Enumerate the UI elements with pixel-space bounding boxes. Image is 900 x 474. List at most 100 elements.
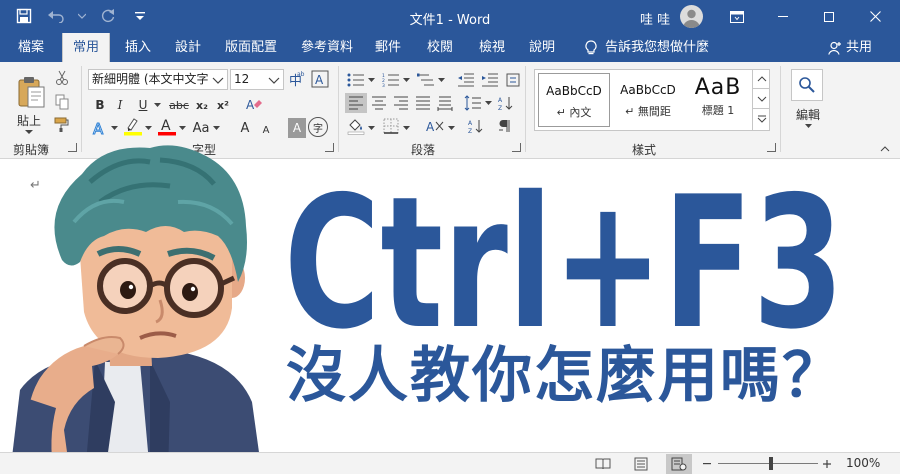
- minimize-icon[interactable]: [760, 0, 806, 33]
- bullets-dropdown-icon[interactable]: [367, 70, 375, 90]
- strikethrough-button[interactable]: abc: [166, 95, 192, 115]
- find-icon[interactable]: [791, 69, 823, 101]
- sort-icon[interactable]: AZ: [496, 93, 516, 113]
- tab-home[interactable]: 常用: [62, 33, 110, 62]
- sort-az-icon[interactable]: AZ: [466, 116, 486, 136]
- align-right-icon[interactable]: [390, 93, 412, 113]
- tab-view[interactable]: 檢視: [470, 33, 514, 62]
- collapse-ribbon-icon[interactable]: [877, 143, 893, 155]
- tab-help[interactable]: 說明: [520, 33, 564, 62]
- underline-button[interactable]: U: [134, 95, 152, 115]
- character-shading-button[interactable]: A: [288, 118, 306, 138]
- multilevel-dropdown-icon[interactable]: [437, 70, 445, 90]
- cut-icon[interactable]: [52, 68, 72, 88]
- user-avatar-icon[interactable]: [680, 5, 703, 28]
- tab-references[interactable]: 參考資料: [294, 33, 360, 62]
- font-launcher-icon[interactable]: [325, 143, 334, 152]
- shading-icon[interactable]: [345, 116, 367, 136]
- highlight-dropdown-icon[interactable]: [144, 118, 152, 138]
- font-color-dropdown-icon[interactable]: [178, 118, 186, 138]
- chinese-layout-icon[interactable]: [503, 70, 523, 90]
- styles-more-icon[interactable]: [753, 109, 770, 129]
- borders-icon[interactable]: [380, 116, 402, 136]
- paragraph-launcher-icon[interactable]: [512, 143, 521, 152]
- close-icon[interactable]: [852, 0, 898, 33]
- decrease-indent-icon[interactable]: [455, 70, 477, 90]
- italic-button[interactable]: I: [111, 95, 129, 115]
- share-button[interactable]: 共用: [828, 33, 872, 62]
- svg-text:Z: Z: [468, 128, 472, 134]
- align-center-icon[interactable]: [368, 93, 390, 113]
- tab-design[interactable]: 設計: [166, 33, 210, 62]
- svg-text:A: A: [498, 97, 503, 104]
- change-case-button[interactable]: Aa: [190, 118, 212, 138]
- clear-formatting-icon[interactable]: A: [244, 95, 264, 115]
- svg-text:Z: Z: [498, 105, 502, 111]
- align-left-icon[interactable]: [345, 93, 367, 113]
- headline-label: Ctrl+F3: [284, 180, 844, 335]
- bold-button[interactable]: B: [91, 95, 109, 115]
- borders-dropdown-icon[interactable]: [402, 118, 410, 138]
- text-effects-dropdown-icon[interactable]: [110, 118, 118, 138]
- styles-launcher-icon[interactable]: [767, 143, 776, 152]
- asian-typography-icon[interactable]: A: [423, 116, 447, 136]
- format-painter-icon[interactable]: [52, 115, 72, 135]
- style-no-spacing[interactable]: AaBbCcD ↵ 無間距: [612, 73, 684, 127]
- style-normal[interactable]: AaBbCcD ↵ 內文: [538, 73, 610, 127]
- style-heading-1[interactable]: AaB 標題 1: [686, 73, 750, 127]
- highlight-color-icon[interactable]: [122, 116, 144, 136]
- styles-down-icon[interactable]: [753, 89, 770, 109]
- styles-up-icon[interactable]: [753, 69, 770, 89]
- character-border-icon[interactable]: A: [310, 69, 330, 89]
- print-layout-icon[interactable]: [628, 454, 654, 474]
- read-mode-icon[interactable]: [590, 454, 616, 474]
- subscript-button[interactable]: x₂: [192, 95, 212, 115]
- shrink-font-button[interactable]: A: [258, 120, 274, 140]
- text-effects-icon[interactable]: A: [90, 118, 110, 138]
- styles-gallery: AaBbCcD ↵ 內文 AaBbCcD ↵ 無間距 AaB 標題 1: [534, 69, 770, 131]
- grow-font-button[interactable]: A: [236, 118, 254, 138]
- distributed-icon[interactable]: [434, 93, 456, 113]
- show-formatting-icon[interactable]: [494, 116, 514, 136]
- numbering-icon[interactable]: 123: [380, 70, 402, 90]
- change-case-dropdown-icon[interactable]: [212, 118, 220, 138]
- font-name-combo[interactable]: 新細明體 (本文中文字: [88, 69, 228, 90]
- web-layout-icon[interactable]: [666, 454, 692, 474]
- numbering-dropdown-icon[interactable]: [402, 70, 410, 90]
- paste-button[interactable]: [14, 68, 48, 116]
- editing-dropdown-icon[interactable]: [802, 122, 814, 130]
- zoom-level[interactable]: 100%: [846, 456, 880, 470]
- tab-layout[interactable]: 版面配置: [218, 33, 284, 62]
- superscript-button[interactable]: x²: [213, 95, 233, 115]
- shading-dropdown-icon[interactable]: [367, 118, 375, 138]
- ribbon-display-options-icon[interactable]: [714, 0, 760, 33]
- increase-indent-icon[interactable]: [479, 70, 501, 90]
- paragraph-group-label: 段落: [411, 143, 436, 157]
- editing-label[interactable]: 編輯: [790, 104, 826, 124]
- bullets-icon[interactable]: [345, 70, 367, 90]
- font-size-combo[interactable]: 12: [230, 69, 284, 90]
- font-color-icon[interactable]: A: [156, 116, 178, 136]
- tell-me-box[interactable]: 告訴我您想做什麼: [585, 33, 709, 62]
- tab-review[interactable]: 校閱: [418, 33, 462, 62]
- zoom-in-icon[interactable]: [820, 454, 834, 474]
- enclose-characters-button[interactable]: 字: [308, 117, 328, 137]
- multilevel-list-icon[interactable]: [415, 70, 437, 90]
- asian-typography-dropdown-icon[interactable]: [447, 118, 455, 138]
- tab-insert[interactable]: 插入: [116, 33, 160, 62]
- paste-dropdown-icon[interactable]: [22, 128, 36, 136]
- copy-icon[interactable]: [52, 92, 72, 112]
- phonetic-guide-icon[interactable]: 中 ab: [287, 69, 307, 89]
- underline-dropdown-icon[interactable]: [152, 95, 162, 115]
- line-spacing-dropdown-icon[interactable]: [484, 93, 492, 113]
- zoom-slider[interactable]: [718, 463, 818, 464]
- zoom-out-icon[interactable]: [700, 454, 714, 474]
- tab-mailings[interactable]: 郵件: [366, 33, 410, 62]
- tab-file[interactable]: 檔案: [8, 33, 54, 62]
- line-spacing-icon[interactable]: [462, 93, 484, 113]
- user-name[interactable]: 哇 哇: [640, 9, 670, 28]
- justify-icon[interactable]: [412, 93, 434, 113]
- zoom-slider-thumb[interactable]: [769, 457, 773, 470]
- maximize-icon[interactable]: [806, 0, 852, 33]
- paste-label[interactable]: 貼上: [14, 112, 44, 128]
